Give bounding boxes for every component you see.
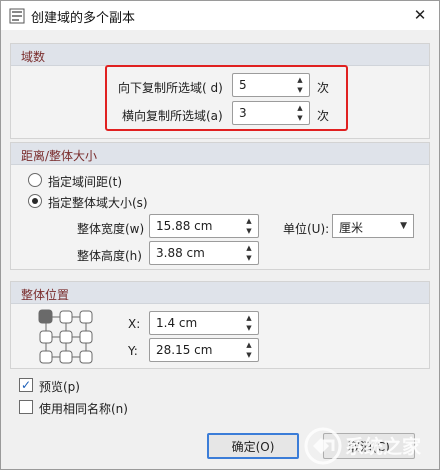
overall-width-spinbox[interactable]: 15.88 cm ▲ ▼ [149,214,259,238]
spin-up-icon[interactable]: ▲ [246,217,251,225]
pos-x-label: X: [128,317,141,331]
pos-y-value[interactable]: 28.15 cm [156,343,212,357]
anchor-grid-icon[interactable] [37,308,95,366]
group-title-distance-size: 距离/整体大小 [11,143,429,165]
overall-width-value[interactable]: 15.88 cm [156,219,212,233]
group-title-field-count: 域数 [11,44,429,66]
pos-y-spinbox[interactable]: 28.15 cm ▲ ▼ [149,338,259,362]
spin-down-icon[interactable]: ▼ [246,351,251,359]
app-icon [9,8,25,24]
unit-select[interactable]: 厘米 ▼ [332,214,414,238]
preview-checkbox[interactable]: ✓ [19,378,33,392]
title-bar: 创建域的多个副本 ✕ [1,1,439,30]
same-name-label[interactable]: 使用相同名称(n) [39,400,128,417]
overall-height-label: 整体高度(h) [77,249,142,263]
spin-up-icon[interactable]: ▲ [246,244,251,252]
radio-overall-size-label[interactable]: 指定整体域大小(s) [48,194,148,211]
overall-height-spinbox[interactable]: 3.88 cm ▲ ▼ [149,241,259,265]
watermark-logo: 系统之家 [304,427,422,465]
ok-button-label[interactable]: 确定(O) [232,438,275,455]
dialog-window: 创建域的多个副本 ✕ 域数 向下复制所选域( d) 5 ▲ ▼ 次 横向复制所选… [0,0,440,470]
spin-up-icon[interactable]: ▲ [246,314,251,322]
svg-text:系统之家: 系统之家 [345,435,422,458]
pos-x-spinbox[interactable]: 1.4 cm ▲ ▼ [149,311,259,335]
dropdown-caret-icon[interactable]: ▼ [400,221,407,231]
checkmark-icon: ✓ [20,378,32,392]
spin-down-icon[interactable]: ▼ [246,227,251,235]
unit-select-value[interactable]: 厘米 [339,219,363,236]
overall-height-value[interactable]: 3.88 cm [156,246,205,260]
close-icon[interactable]: ✕ [414,6,427,24]
window-title: 创建域的多个副本 [31,11,136,26]
radio-spacing[interactable] [28,173,42,187]
same-name-checkbox[interactable] [19,400,33,414]
close-button[interactable]: ✕ [409,5,431,25]
pos-y-label: Y: [128,344,138,358]
highlight-box [105,65,348,131]
pos-x-value[interactable]: 1.4 cm [156,316,197,330]
radio-spacing-label[interactable]: 指定域间距(t) [48,173,122,190]
spin-up-icon[interactable]: ▲ [246,341,251,349]
radio-overall-size[interactable] [28,194,42,208]
spin-down-icon[interactable]: ▼ [246,324,251,332]
preview-label[interactable]: 预览(p) [39,378,80,395]
spin-down-icon[interactable]: ▼ [246,254,251,262]
unit-label: 单位(U): [283,222,330,236]
group-title-position: 整体位置 [11,282,429,304]
ok-button[interactable]: 确定(O) [207,433,299,459]
overall-width-label: 整体宽度(w) [77,222,145,236]
